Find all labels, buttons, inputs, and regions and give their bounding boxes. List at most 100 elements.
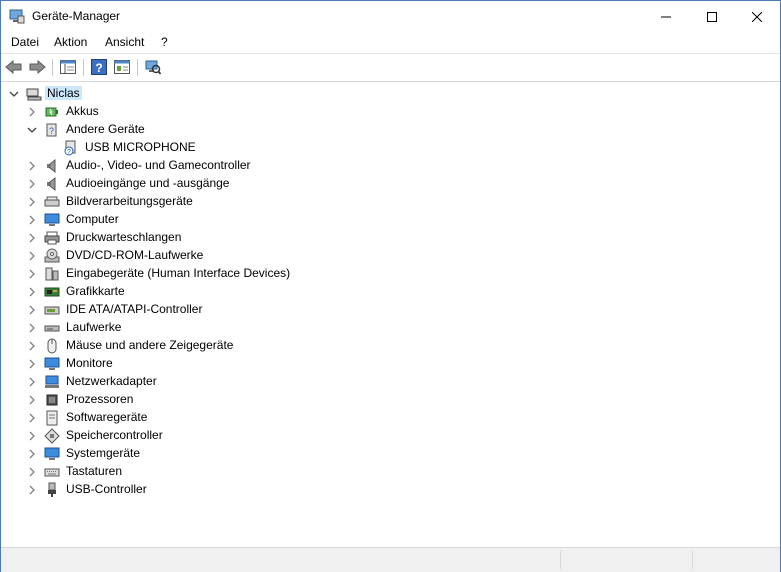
forward-button[interactable] [28,58,46,76]
category-label[interactable]: Tastaturen [66,464,122,478]
category-label[interactable]: Laufwerke [66,320,121,334]
tree-category[interactable]: Tastaturen [1,463,780,481]
tree-category[interactable]: Audioeingänge und -ausgänge [1,175,780,193]
chevron-right-icon[interactable] [27,287,37,297]
category-label[interactable]: Computer [66,212,119,226]
device-manager-window: Geräte-Manager Datei Aktion Ansicht ? ? … [0,0,781,572]
chevron-right-icon[interactable] [27,269,37,279]
category-label[interactable]: Netzwerkadapter [66,374,157,388]
scanner-icon [44,196,60,207]
tree-category[interactable]: Monitore [1,355,780,373]
menu-datei[interactable]: Datei [11,35,39,49]
storage-controller-icon [44,428,60,444]
category-label[interactable]: Eingabegeräte (Human Interface Devices) [66,266,290,280]
menu-aktion[interactable]: Aktion [54,35,87,49]
tree-category[interactable]: Audio-, Video- und Gamecontroller [1,157,780,175]
category-label[interactable]: IDE ATA/ATAPI-Controller [66,302,202,316]
category-label[interactable]: Andere Geräte [66,122,145,136]
tree-category[interactable]: DVD/CD-ROM-Laufwerke [1,247,780,265]
properties-button[interactable] [113,58,131,76]
chevron-right-icon[interactable] [27,341,37,351]
svg-text:?: ? [95,61,102,75]
chevron-right-icon[interactable] [27,215,37,225]
tree-category[interactable]: USB-Controller [1,481,780,499]
tree-root[interactable]: Niclas [1,85,780,103]
toolbar: ? [1,54,780,82]
category-label[interactable]: Akkus [66,104,99,118]
tree-category[interactable]: IDE ATA/ATAPI-Controller [1,301,780,319]
close-button[interactable] [734,1,780,32]
toolbar-separator [83,59,84,76]
tree-category[interactable]: Computer [1,211,780,229]
tree-category[interactable]: Mäuse und andere Zeigegeräte [1,337,780,355]
category-label[interactable]: USB-Controller [66,482,147,496]
category-label[interactable]: DVD/CD-ROM-Laufwerke [66,248,203,262]
console-tree-icon [60,60,76,74]
help-button[interactable]: ? [90,58,108,76]
category-label[interactable]: Grafikkarte [66,284,125,298]
chevron-right-icon[interactable] [27,233,37,243]
scan-hardware-button[interactable] [144,58,162,76]
chevron-right-icon[interactable] [27,467,37,477]
category-label[interactable]: Druckwarteschlangen [66,230,181,244]
minimize-button[interactable] [643,1,689,32]
title-bar[interactable]: Geräte-Manager [1,1,780,32]
printer-icon [44,231,60,245]
chevron-right-icon[interactable] [27,359,37,369]
chevron-right-icon[interactable] [27,485,37,495]
menu-help[interactable]: ? [161,35,168,49]
tree-device[interactable]: ? USB MICROPHONE [1,139,780,157]
category-label[interactable]: Mäuse und andere Zeigegeräte [66,338,233,352]
tree-category[interactable]: Druckwarteschlangen [1,229,780,247]
tree-category[interactable]: Systemgeräte [1,445,780,463]
category-label[interactable]: Bildverarbeitungsgeräte [66,194,193,208]
tree-category[interactable]: Prozessoren [1,391,780,409]
category-label[interactable]: Systemgeräte [66,446,140,460]
device-label[interactable]: USB MICROPHONE [85,140,196,154]
forward-arrow-icon [29,60,46,74]
tree-category[interactable]: ? Andere Geräte [1,121,780,139]
category-label[interactable]: Audioeingänge und -ausgänge [66,176,229,190]
status-divider [692,551,693,569]
device-tree[interactable]: Niclas Akkus? Andere Geräte ? USB MICROPHON… [1,83,780,547]
back-button[interactable] [5,58,23,76]
minimize-icon [661,16,671,17]
menu-ansicht[interactable]: Ansicht [105,35,144,49]
chevron-down-icon[interactable] [9,89,19,99]
ide-controller-icon [44,306,60,315]
chevron-down-icon[interactable] [27,125,37,135]
chevron-right-icon[interactable] [27,305,37,315]
tree-root-label[interactable]: Niclas [45,86,82,100]
chevron-right-icon[interactable] [27,449,37,459]
category-label[interactable]: Softwaregeräte [66,410,147,424]
tree-category[interactable]: Eingabegeräte (Human Interface Devices) [1,265,780,283]
chevron-right-icon[interactable] [27,251,37,261]
maximize-button[interactable] [689,1,735,32]
status-bar [1,547,780,572]
tree-category[interactable]: Speichercontroller [1,427,780,445]
chevron-right-icon[interactable] [27,179,37,189]
category-label[interactable]: Audio-, Video- und Gamecontroller [66,158,251,172]
tree-category[interactable]: Grafikkarte [1,283,780,301]
chevron-right-icon[interactable] [27,197,37,207]
tree-category[interactable]: Softwaregeräte [1,409,780,427]
svg-text:?: ? [49,126,54,136]
toolbar-separator [137,59,138,76]
speaker-icon [47,158,56,174]
category-label[interactable]: Prozessoren [66,392,133,406]
tree-category[interactable]: Netzwerkadapter [1,373,780,391]
chevron-right-icon[interactable] [27,413,37,423]
chevron-right-icon[interactable] [27,107,37,117]
category-label[interactable]: Speichercontroller [66,428,163,442]
chevron-right-icon[interactable] [27,377,37,387]
show-hide-console-tree-button[interactable] [59,58,77,76]
chevron-right-icon[interactable] [27,323,37,333]
tree-category[interactable]: Laufwerke [1,319,780,337]
tree-category[interactable]: Bildverarbeitungsgeräte [1,193,780,211]
tree-category[interactable]: Akkus [1,103,780,121]
mouse-icon [47,338,57,354]
chevron-right-icon[interactable] [27,431,37,441]
category-label[interactable]: Monitore [66,356,113,370]
chevron-right-icon[interactable] [27,395,37,405]
chevron-right-icon[interactable] [27,161,37,171]
